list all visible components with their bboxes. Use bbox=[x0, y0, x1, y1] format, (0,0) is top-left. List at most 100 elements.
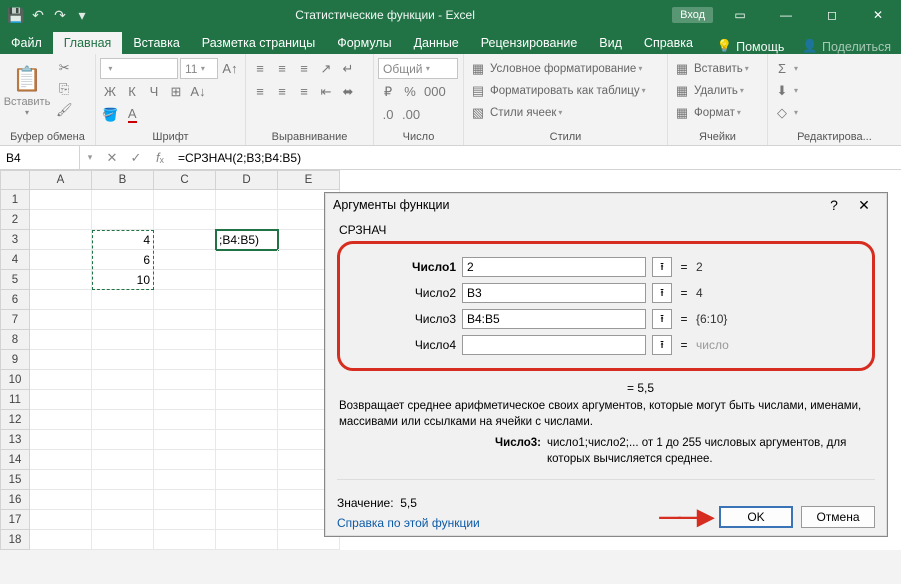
format-cells-button[interactable]: ▦Формат▾ bbox=[672, 102, 747, 123]
col-header-E[interactable]: E bbox=[278, 170, 340, 190]
cell-A6[interactable] bbox=[30, 290, 92, 310]
cell-C12[interactable] bbox=[154, 410, 216, 430]
italic-icon[interactable]: К bbox=[122, 82, 142, 102]
dec-decimal-icon[interactable]: .00 bbox=[400, 105, 422, 125]
delete-cells-button[interactable]: ▦Удалить▾ bbox=[672, 80, 750, 101]
select-all-corner[interactable] bbox=[0, 170, 30, 190]
tab-view[interactable]: Вид bbox=[588, 32, 633, 54]
dialog-help-icon[interactable]: ? bbox=[819, 193, 849, 217]
name-box[interactable]: B4 bbox=[0, 146, 80, 169]
cell-styles-button[interactable]: ▧Стили ячеек▾ bbox=[468, 102, 568, 123]
undo-icon[interactable]: ↶ bbox=[28, 5, 48, 25]
cell-D2[interactable] bbox=[216, 210, 278, 230]
align-middle-icon[interactable]: ≡ bbox=[272, 59, 292, 79]
cell-A9[interactable] bbox=[30, 350, 92, 370]
cell-A7[interactable] bbox=[30, 310, 92, 330]
cell-D16[interactable] bbox=[216, 490, 278, 510]
row-header-1[interactable]: 1 bbox=[0, 190, 30, 210]
cell-B9[interactable] bbox=[92, 350, 154, 370]
cell-C6[interactable] bbox=[154, 290, 216, 310]
arg-input-0[interactable] bbox=[462, 257, 646, 277]
cell-B14[interactable] bbox=[92, 450, 154, 470]
cell-C5[interactable] bbox=[154, 270, 216, 290]
row-header-6[interactable]: 6 bbox=[0, 290, 30, 310]
cell-C4[interactable] bbox=[154, 250, 216, 270]
number-format-combo[interactable]: Общий ▾ bbox=[378, 58, 458, 79]
cell-A2[interactable] bbox=[30, 210, 92, 230]
namebox-dropdown[interactable]: ▾ bbox=[80, 152, 100, 163]
cell-D17[interactable] bbox=[216, 510, 278, 530]
function-help-link[interactable]: Справка по этой функции bbox=[337, 516, 480, 530]
cell-C16[interactable] bbox=[154, 490, 216, 510]
cell-D1[interactable] bbox=[216, 190, 278, 210]
fx-icon[interactable]: fₓ bbox=[148, 150, 172, 165]
ribbon-options-icon[interactable]: ▭ bbox=[717, 0, 763, 30]
bold-icon[interactable]: Ж bbox=[100, 82, 120, 102]
col-header-A[interactable]: A bbox=[30, 170, 92, 190]
share-button[interactable]: 👤 Поделиться bbox=[792, 39, 901, 54]
orientation-icon[interactable]: ↗ bbox=[316, 59, 336, 79]
conditional-formatting-button[interactable]: ▦Условное форматирование▾ bbox=[468, 58, 648, 79]
accept-formula-icon[interactable]: ✓ bbox=[124, 150, 148, 166]
format-painter-icon[interactable]: 🖌 bbox=[54, 100, 75, 120]
inc-decimal-icon[interactable]: .0 bbox=[378, 105, 398, 125]
tab-formulas[interactable]: Формулы bbox=[326, 32, 402, 54]
format-as-table-button[interactable]: ▤Форматировать как таблицу▾ bbox=[468, 80, 652, 101]
align-bottom-icon[interactable]: ≡ bbox=[294, 59, 314, 79]
formula-input[interactable]: =СРЗНАЧ(2;B3;B4:B5) bbox=[172, 146, 901, 169]
cell-A17[interactable] bbox=[30, 510, 92, 530]
indent-dec-icon[interactable]: ⇤ bbox=[316, 82, 336, 102]
cell-C18[interactable] bbox=[154, 530, 216, 550]
cell-A11[interactable] bbox=[30, 390, 92, 410]
row-header-17[interactable]: 17 bbox=[0, 510, 30, 530]
cell-B7[interactable] bbox=[92, 310, 154, 330]
cell-B2[interactable] bbox=[92, 210, 154, 230]
cell-D4[interactable] bbox=[216, 250, 278, 270]
range-picker-icon-2[interactable]: ⭱ bbox=[652, 309, 672, 329]
arg-input-1[interactable] bbox=[462, 283, 646, 303]
row-header-11[interactable]: 11 bbox=[0, 390, 30, 410]
cell-D18[interactable] bbox=[216, 530, 278, 550]
cell-D7[interactable] bbox=[216, 310, 278, 330]
fill-icon[interactable]: ⬇ bbox=[772, 81, 792, 101]
cell-A1[interactable] bbox=[30, 190, 92, 210]
align-left-icon[interactable]: ≡ bbox=[250, 82, 270, 102]
save-icon[interactable]: 💾 bbox=[6, 5, 26, 25]
cell-A12[interactable] bbox=[30, 410, 92, 430]
row-header-3[interactable]: 3 bbox=[0, 230, 30, 250]
font-name-combo[interactable]: ▾ bbox=[100, 58, 178, 79]
cell-C14[interactable] bbox=[154, 450, 216, 470]
cell-B4[interactable]: 6 bbox=[92, 250, 154, 270]
cell-C7[interactable] bbox=[154, 310, 216, 330]
cell-D8[interactable] bbox=[216, 330, 278, 350]
border-icon[interactable]: ⊞ bbox=[166, 82, 186, 102]
row-header-12[interactable]: 12 bbox=[0, 410, 30, 430]
col-header-C[interactable]: C bbox=[154, 170, 216, 190]
cell-C9[interactable] bbox=[154, 350, 216, 370]
cell-D6[interactable] bbox=[216, 290, 278, 310]
fill-color-icon[interactable]: 🪣 bbox=[100, 105, 120, 125]
cell-A18[interactable] bbox=[30, 530, 92, 550]
help-button[interactable]: 💡 Помощь bbox=[709, 39, 793, 54]
tab-data[interactable]: Данные bbox=[403, 32, 470, 54]
cell-C17[interactable] bbox=[154, 510, 216, 530]
cell-A3[interactable] bbox=[30, 230, 92, 250]
copy-icon[interactable]: ⎘ bbox=[54, 79, 75, 99]
cell-D14[interactable] bbox=[216, 450, 278, 470]
tab-help-tab[interactable]: Справка bbox=[633, 32, 704, 54]
row-header-8[interactable]: 8 bbox=[0, 330, 30, 350]
percent-icon[interactable]: % bbox=[400, 82, 420, 102]
cell-B16[interactable] bbox=[92, 490, 154, 510]
tab-home[interactable]: Главная bbox=[53, 32, 123, 54]
row-header-9[interactable]: 9 bbox=[0, 350, 30, 370]
cell-B10[interactable] bbox=[92, 370, 154, 390]
redo-icon[interactable]: ↷ bbox=[50, 5, 70, 25]
row-header-16[interactable]: 16 bbox=[0, 490, 30, 510]
autosum-icon[interactable]: Σ bbox=[772, 59, 792, 79]
row-header-14[interactable]: 14 bbox=[0, 450, 30, 470]
cell-A13[interactable] bbox=[30, 430, 92, 450]
wrap-text-icon[interactable]: ↵ bbox=[338, 59, 358, 79]
row-header-2[interactable]: 2 bbox=[0, 210, 30, 230]
paste-button[interactable]: 📋 Вставить ▾ bbox=[4, 58, 50, 124]
cell-B6[interactable] bbox=[92, 290, 154, 310]
